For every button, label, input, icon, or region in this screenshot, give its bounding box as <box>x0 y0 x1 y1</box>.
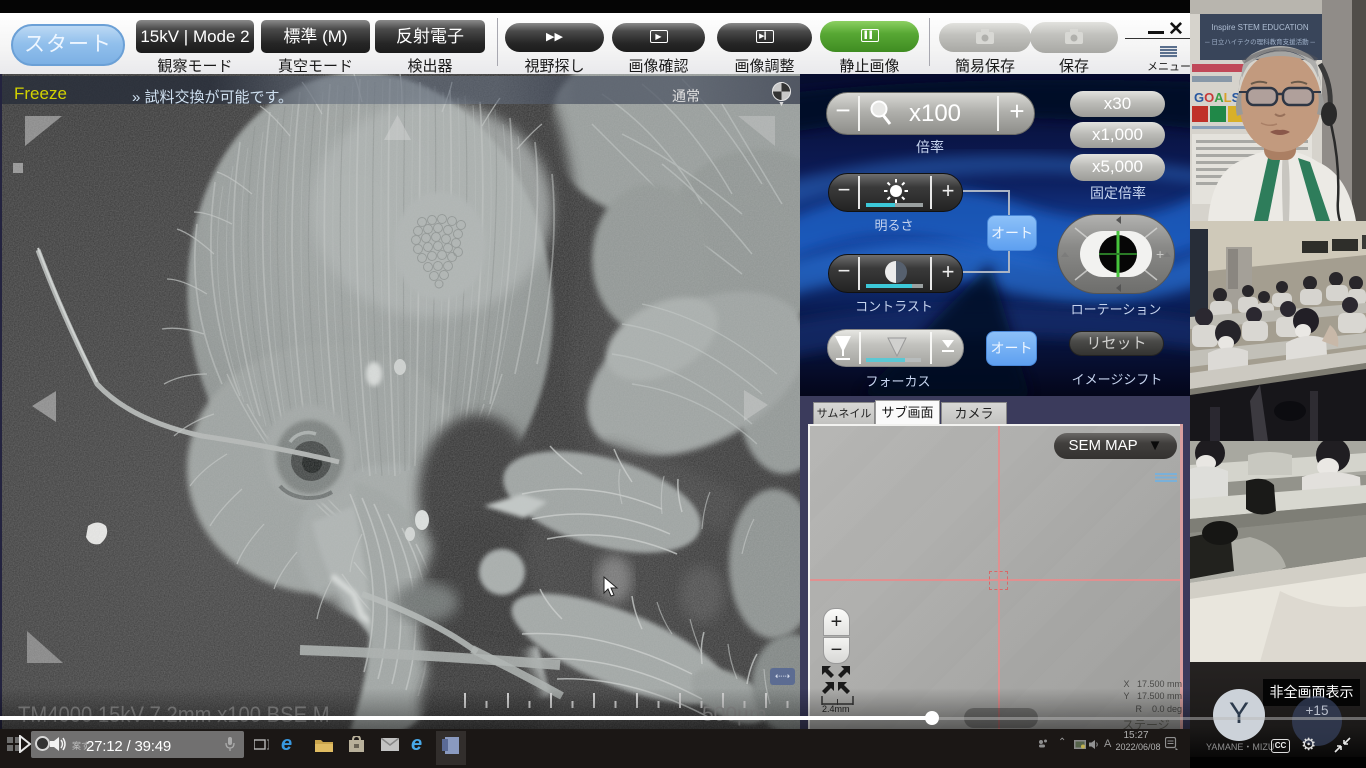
svg-text:+: + <box>1156 246 1164 262</box>
svg-text:─ 日立ハイテクの理科教育支援活動 ─: ─ 日立ハイテクの理科教育支援活動 ─ <box>1204 37 1315 46</box>
svg-text:GOALS: GOALS <box>1194 90 1241 105</box>
svg-text:Inspire STEM EDUCATION: Inspire STEM EDUCATION <box>1211 23 1308 32</box>
